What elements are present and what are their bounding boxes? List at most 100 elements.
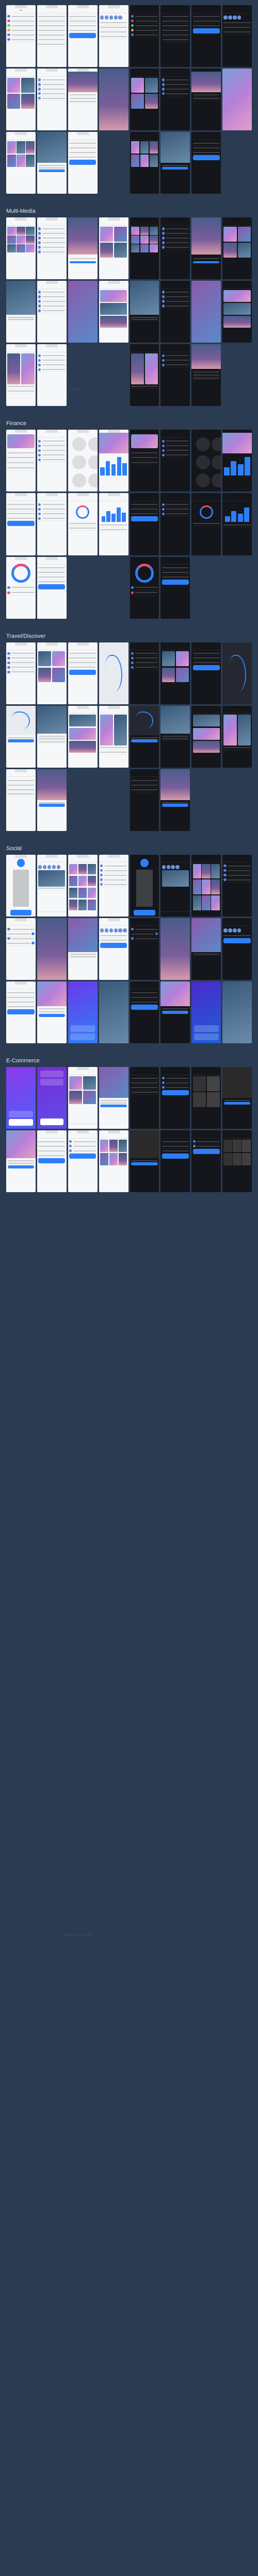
screen[interactable] bbox=[68, 132, 98, 194]
screen[interactable] bbox=[37, 981, 67, 1043]
screen-story-dark[interactable] bbox=[160, 918, 190, 980]
screen-donut-dark[interactable] bbox=[130, 557, 159, 619]
screen-onboard[interactable] bbox=[6, 855, 36, 917]
screen-map[interactable] bbox=[99, 642, 128, 704]
screen-cards[interactable] bbox=[6, 69, 36, 130]
screen-booking[interactable] bbox=[68, 642, 98, 704]
screen-profile-dark[interactable] bbox=[222, 5, 252, 67]
screen[interactable] bbox=[160, 132, 190, 194]
screen-product[interactable] bbox=[99, 1067, 128, 1129]
screen-post[interactable] bbox=[68, 918, 98, 980]
screen-hero[interactable] bbox=[68, 69, 98, 130]
screen-player[interactable] bbox=[68, 217, 98, 279]
screen[interactable] bbox=[6, 493, 36, 555]
screen-destination[interactable] bbox=[37, 706, 67, 768]
screen-cards-dark[interactable] bbox=[130, 69, 159, 130]
screen-splash[interactable] bbox=[68, 981, 98, 1043]
screen-contacts-dark[interactable] bbox=[222, 855, 252, 917]
screen-map-route[interactable] bbox=[6, 706, 36, 768]
screen-welcome[interactable] bbox=[6, 1067, 36, 1129]
screen-stats-dark[interactable] bbox=[191, 493, 221, 555]
screen[interactable] bbox=[99, 281, 128, 343]
screen[interactable] bbox=[37, 281, 67, 343]
screen-onboard-dark[interactable] bbox=[130, 855, 159, 917]
screen-stats[interactable] bbox=[68, 493, 98, 555]
screen-feed[interactable] bbox=[37, 69, 67, 130]
screen-booking-dark[interactable] bbox=[191, 642, 221, 704]
screen-item-dark[interactable] bbox=[130, 1130, 159, 1192]
screen[interactable] bbox=[130, 981, 159, 1043]
screen-product-dark[interactable] bbox=[222, 1067, 252, 1129]
screen-map-dark[interactable] bbox=[222, 642, 252, 704]
screen-story[interactable] bbox=[37, 918, 67, 980]
screen-gallery[interactable] bbox=[6, 217, 36, 279]
screen-settings-dark[interactable] bbox=[130, 5, 159, 67]
screen[interactable] bbox=[37, 493, 67, 555]
screen[interactable] bbox=[160, 493, 190, 555]
screen[interactable] bbox=[130, 493, 159, 555]
screen[interactable] bbox=[222, 706, 252, 768]
screen[interactable] bbox=[160, 557, 190, 619]
screen-wallet[interactable] bbox=[6, 430, 36, 492]
screen-donut[interactable] bbox=[6, 557, 36, 619]
screen[interactable] bbox=[6, 769, 36, 831]
screen-places[interactable] bbox=[6, 642, 36, 704]
screen[interactable] bbox=[130, 769, 159, 831]
screen[interactable] bbox=[68, 706, 98, 768]
screen-playlist[interactable] bbox=[37, 217, 67, 279]
screen-feed-dark[interactable] bbox=[160, 69, 190, 130]
screen-contacts[interactable] bbox=[99, 855, 128, 917]
screen-settings[interactable]: Title bbox=[6, 5, 36, 67]
screen-cart-dark[interactable] bbox=[160, 1067, 190, 1129]
screen[interactable] bbox=[6, 344, 36, 406]
screen[interactable] bbox=[99, 981, 128, 1043]
screen-form-dark[interactable] bbox=[191, 5, 221, 67]
screen[interactable] bbox=[130, 344, 159, 406]
screen[interactable] bbox=[222, 918, 252, 980]
screen-passcode[interactable] bbox=[68, 430, 98, 492]
screen-photo-dark[interactable] bbox=[130, 281, 159, 343]
screen[interactable] bbox=[191, 344, 221, 406]
screen-places-dark[interactable] bbox=[130, 642, 159, 704]
screen[interactable] bbox=[130, 132, 159, 194]
screen-transactions[interactable] bbox=[37, 430, 67, 492]
screen-feed-dark[interactable] bbox=[160, 855, 190, 917]
screen-grid-dark[interactable] bbox=[191, 855, 221, 917]
screen[interactable] bbox=[191, 706, 221, 768]
screen-cover[interactable] bbox=[99, 69, 128, 130]
screen-cover-dark[interactable] bbox=[222, 69, 252, 130]
screen-checkout-dark[interactable] bbox=[160, 1130, 190, 1192]
screen-categories[interactable] bbox=[99, 1130, 128, 1192]
screen-item[interactable] bbox=[6, 1130, 36, 1192]
screen-products-dark[interactable] bbox=[191, 1067, 221, 1129]
screen[interactable] bbox=[6, 981, 36, 1043]
screen[interactable] bbox=[160, 281, 190, 343]
screen-shop-dark[interactable] bbox=[130, 1067, 159, 1129]
screen[interactable] bbox=[222, 281, 252, 343]
screen-chat[interactable] bbox=[6, 918, 36, 980]
screen-discover[interactable] bbox=[37, 642, 67, 704]
screen-splash-dark[interactable] bbox=[191, 981, 221, 1043]
screen[interactable] bbox=[160, 981, 190, 1043]
screen[interactable] bbox=[99, 706, 128, 768]
screen-list-dark[interactable] bbox=[160, 5, 190, 67]
primary-button[interactable] bbox=[193, 28, 220, 33]
screen-categories-dark[interactable] bbox=[222, 1130, 252, 1192]
screen[interactable] bbox=[6, 132, 36, 194]
screen-chart[interactable] bbox=[99, 430, 128, 492]
screen-checkout[interactable] bbox=[37, 1130, 67, 1192]
screen[interactable] bbox=[99, 918, 128, 980]
screen-profile[interactable] bbox=[99, 5, 128, 67]
screen-signin[interactable] bbox=[37, 1067, 67, 1129]
screen-chart-dark[interactable] bbox=[222, 430, 252, 492]
screen[interactable] bbox=[191, 1130, 221, 1192]
screen-playlist-dark[interactable] bbox=[160, 217, 190, 279]
screen-albums[interactable] bbox=[99, 217, 128, 279]
screen-wallet-dark[interactable] bbox=[130, 430, 159, 492]
screen[interactable] bbox=[37, 769, 67, 831]
screen[interactable] bbox=[222, 981, 252, 1043]
screen[interactable] bbox=[160, 769, 190, 831]
screen-chat-dark[interactable] bbox=[130, 918, 159, 980]
screen[interactable] bbox=[222, 493, 252, 555]
screen-form[interactable] bbox=[68, 5, 98, 67]
